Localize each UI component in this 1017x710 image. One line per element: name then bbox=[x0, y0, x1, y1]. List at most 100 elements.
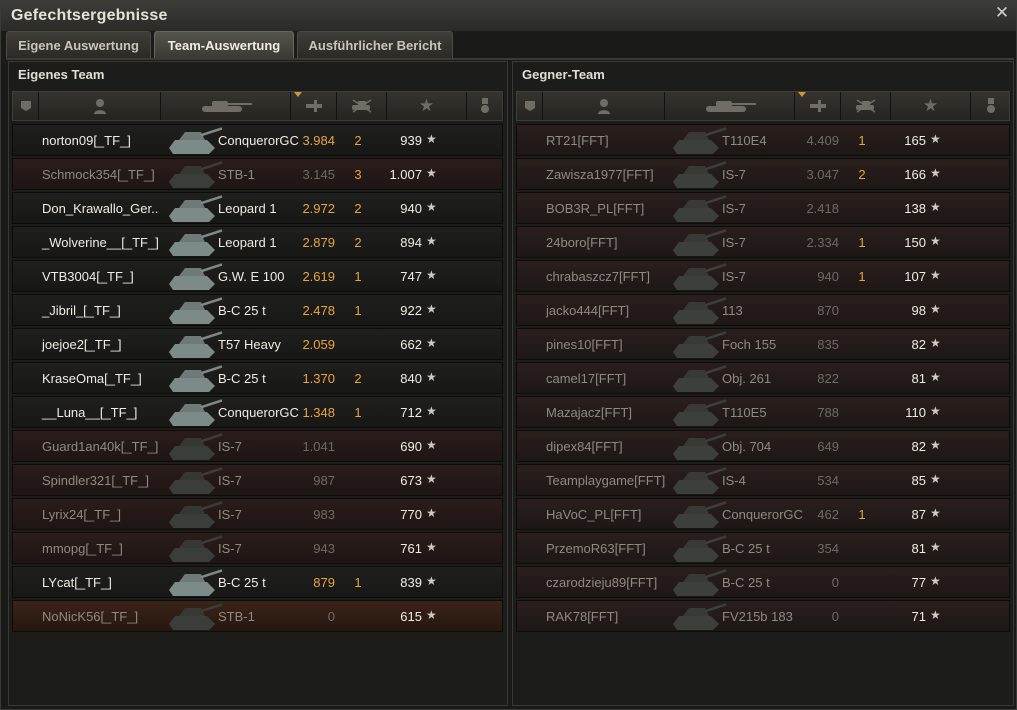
own-team-header: ★ bbox=[12, 91, 504, 121]
player-name: chrabaszcz7[FFT] bbox=[546, 269, 651, 284]
tank-icon bbox=[163, 194, 225, 224]
xp-value: 839 bbox=[400, 575, 422, 590]
column-header-kills[interactable] bbox=[841, 92, 891, 120]
xp-star-icon: ★ bbox=[426, 472, 437, 486]
player-name: _Wolverine__[_TF_] bbox=[42, 235, 159, 250]
player-row[interactable]: LYcat[_TF_] B-C 25 t 879 1 839 ★ bbox=[12, 566, 503, 598]
player-row[interactable]: HaVoC_PL[FFT] ConquerorGC 462 1 87 ★ bbox=[516, 498, 1010, 530]
player-row[interactable]: _Jibril_[_TF_] B-C 25 t 2.478 1 922 ★ bbox=[12, 294, 503, 326]
player-row[interactable]: VTB3004[_TF_] G.W. E 100 2.619 1 747 ★ bbox=[12, 260, 503, 292]
xp-value: 761 bbox=[400, 541, 422, 556]
column-header-medal[interactable] bbox=[971, 92, 1011, 120]
column-header-xp-star[interactable]: ★ bbox=[387, 92, 467, 120]
player-row[interactable]: PrzemoR63[FFT] B-C 25 t 354 81 ★ bbox=[516, 532, 1010, 564]
tab-team-auswertung[interactable]: Team-Auswertung bbox=[154, 31, 294, 58]
damage-value: 2.418 bbox=[806, 201, 839, 216]
column-header-player[interactable] bbox=[543, 92, 665, 120]
xp-value: 840 bbox=[400, 371, 422, 386]
damage-value: 3.145 bbox=[302, 167, 335, 182]
player-row[interactable]: _Wolverine__[_TF_] Leopard 1 2.879 2 894 ★ bbox=[12, 226, 503, 258]
player-row[interactable]: dipex84[FFT] Obj. 704 649 82 ★ bbox=[516, 430, 1010, 462]
player-row[interactable]: Guard1an40k[_TF_] IS-7 1.041 690 ★ bbox=[12, 430, 503, 462]
player-name: camel17[FFT] bbox=[546, 371, 627, 386]
player-row[interactable]: 24boro[FFT] IS-7 2.334 1 150 ★ bbox=[516, 226, 1010, 258]
xp-star-icon: ★ bbox=[426, 506, 437, 520]
player-row[interactable]: czarodzieju89[FFT] B-C 25 t 0 77 ★ bbox=[516, 566, 1010, 598]
player-row[interactable]: Don_Krawallo_Ger.. Leopard 1 2.972 2 940 ★ bbox=[12, 192, 503, 224]
tank-icon bbox=[163, 432, 225, 462]
player-row[interactable]: Lyrix24[_TF_] IS-7 983 770 ★ bbox=[12, 498, 503, 530]
column-header-kills[interactable] bbox=[337, 92, 387, 120]
column-header-squad[interactable] bbox=[517, 92, 543, 120]
player-row[interactable]: NoNicK56[_TF_] STB-1 0 615 ★ bbox=[12, 600, 503, 632]
column-header-tank[interactable] bbox=[161, 92, 291, 120]
xp-star-icon: ★ bbox=[930, 370, 941, 384]
xp-value: 85 bbox=[911, 473, 926, 488]
column-header-damage[interactable] bbox=[291, 92, 337, 120]
player-row[interactable]: __Luna__[_TF_] ConquerorGC 1.348 1 712 ★ bbox=[12, 396, 503, 428]
xp-value: 747 bbox=[400, 269, 422, 284]
player-row[interactable]: pines10[FFT] Foch 155 835 82 ★ bbox=[516, 328, 1010, 360]
player-row[interactable]: Teamplaygame[FFT] IS-4 534 85 ★ bbox=[516, 464, 1010, 496]
player-name: czarodzieju89[FFT] bbox=[546, 575, 658, 590]
player-row[interactable]: RAK78[FFT] FV215b 183 0 71 ★ bbox=[516, 600, 1010, 632]
player-row[interactable]: mmopg[_TF_] IS-7 943 761 ★ bbox=[12, 532, 503, 564]
tank-icon bbox=[163, 568, 225, 598]
title-bar: Gefechtsergebnisse ✕ bbox=[1, 1, 1016, 31]
player-row[interactable]: jacko444[FFT] 113 870 98 ★ bbox=[516, 294, 1010, 326]
tank-icon bbox=[667, 126, 729, 156]
squad-icon bbox=[19, 99, 33, 113]
player-row[interactable]: BOB3R_PL[FFT] IS-7 2.418 138 ★ bbox=[516, 192, 1010, 224]
player-name: Teamplaygame[FFT] bbox=[546, 473, 666, 488]
tank-name: IS-7 bbox=[218, 507, 242, 522]
tank-name: T110E5 bbox=[722, 405, 767, 420]
player-name: LYcat[_TF_] bbox=[42, 575, 112, 590]
tank-name: Leopard 1 bbox=[218, 201, 277, 216]
xp-value: 82 bbox=[911, 337, 926, 352]
player-name: jacko444[FFT] bbox=[546, 303, 630, 318]
column-header-damage[interactable] bbox=[795, 92, 841, 120]
player-row[interactable]: camel17[FFT] Obj. 261 822 81 ★ bbox=[516, 362, 1010, 394]
enemy-team-header: ★ bbox=[516, 91, 1011, 121]
xp-value: 894 bbox=[400, 235, 422, 250]
column-header-player[interactable] bbox=[39, 92, 161, 120]
close-icon[interactable]: ✕ bbox=[994, 4, 1010, 21]
xp-star-icon: ★ bbox=[426, 132, 437, 146]
player-row[interactable]: KraseOma[_TF_] B-C 25 t 1.370 2 840 ★ bbox=[12, 362, 503, 394]
xp-value: 673 bbox=[400, 473, 422, 488]
player-row[interactable]: Spindler321[_TF_] IS-7 987 673 ★ bbox=[12, 464, 503, 496]
tab-ausfuehrlicher-bericht[interactable]: Ausführlicher Bericht bbox=[297, 31, 453, 58]
tank-icon bbox=[667, 262, 729, 292]
xp-star-icon: ★ bbox=[930, 540, 941, 554]
own-team-panel: Eigenes Team ★ norton09[_TF_] ConquerorGC… bbox=[8, 61, 508, 706]
sort-arrow-icon bbox=[798, 92, 806, 97]
tank-icon bbox=[163, 500, 225, 530]
column-header-xp-star[interactable]: ★ bbox=[891, 92, 971, 120]
damage-value: 788 bbox=[817, 405, 839, 420]
player-name: Lyrix24[_TF_] bbox=[42, 507, 121, 522]
battle-results-window: Gefechtsergebnisse ✕ Eigene Auswertung T… bbox=[0, 0, 1017, 710]
player-row[interactable]: Zawisza1977[FFT] IS-7 3.047 2 166 ★ bbox=[516, 158, 1010, 190]
tank-name: IS-7 bbox=[722, 235, 746, 250]
column-header-tank[interactable] bbox=[665, 92, 795, 120]
tank-name: B-C 25 t bbox=[722, 541, 770, 556]
xp-star-icon: ★ bbox=[426, 234, 437, 248]
tank-icon bbox=[667, 568, 729, 598]
column-header-medal[interactable] bbox=[467, 92, 504, 120]
xp-value: 138 bbox=[904, 201, 926, 216]
player-row[interactable]: Schmock354[_TF_] STB-1 3.145 3 1.007 ★ bbox=[12, 158, 503, 190]
player-name: RT21[FFT] bbox=[546, 133, 609, 148]
sort-arrow-icon bbox=[294, 92, 302, 97]
player-row[interactable]: norton09[_TF_] ConquerorGC 3.984 2 939 ★ bbox=[12, 124, 503, 156]
xp-value: 82 bbox=[911, 439, 926, 454]
player-row[interactable]: joejoe2[_TF_] T57 Heavy 2.059 662 ★ bbox=[12, 328, 503, 360]
xp-star-icon: ★ bbox=[426, 268, 437, 282]
tank-name: IS-7 bbox=[218, 541, 242, 556]
tab-eigene-auswertung[interactable]: Eigene Auswertung bbox=[6, 31, 151, 58]
player-row[interactable]: Mazajacz[FFT] T110E5 788 110 ★ bbox=[516, 396, 1010, 428]
player-row[interactable]: RT21[FFT] T110E4 4.409 1 165 ★ bbox=[516, 124, 1010, 156]
tank-name: Obj. 261 bbox=[722, 371, 772, 386]
player-row[interactable]: chrabaszcz7[FFT] IS-7 940 1 107 ★ bbox=[516, 260, 1010, 292]
xp-star-icon: ★ bbox=[426, 336, 437, 350]
column-header-squad[interactable] bbox=[13, 92, 39, 120]
